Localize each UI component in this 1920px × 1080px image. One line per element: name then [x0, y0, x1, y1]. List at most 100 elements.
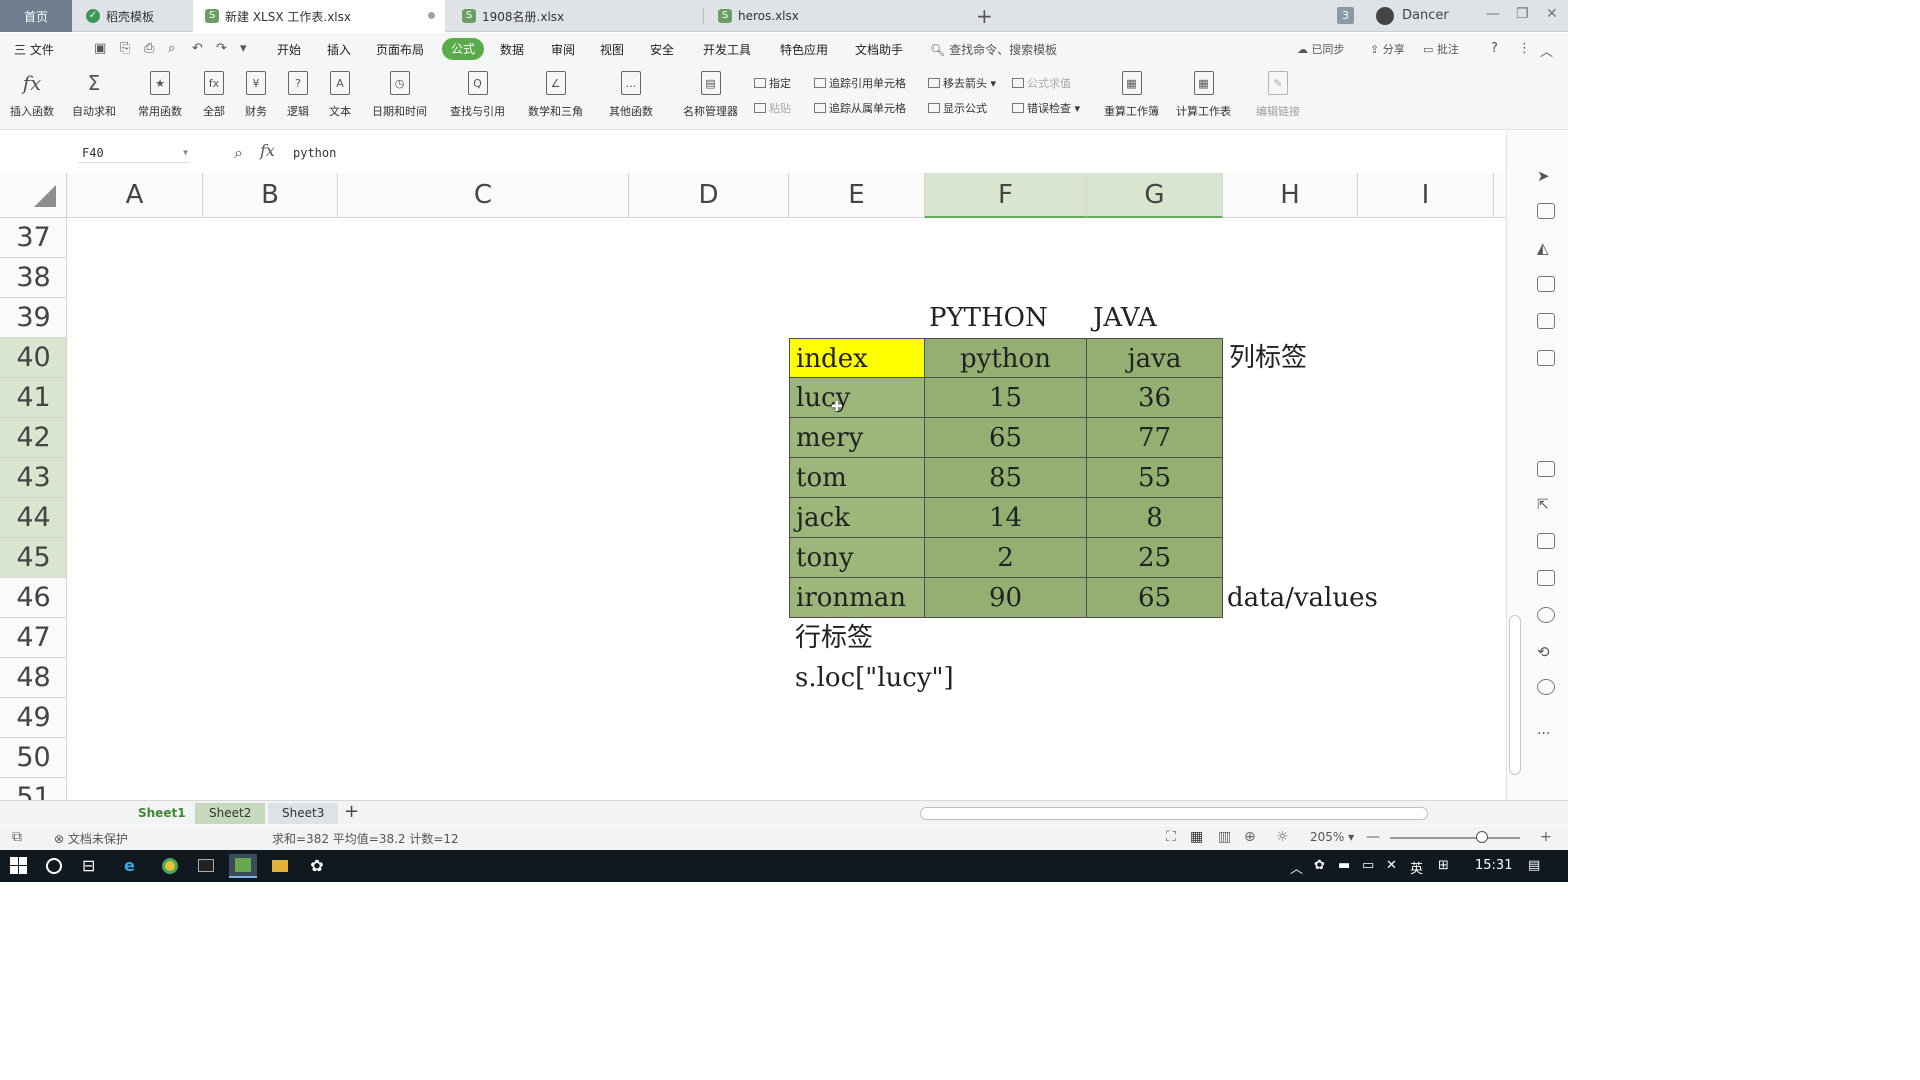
minimize-icon[interactable]: — — [1486, 6, 1500, 22]
help-circle-icon[interactable] — [1537, 679, 1555, 695]
other-functions-button[interactable]: … 其他函数 — [609, 69, 653, 119]
row-header-50[interactable]: 50 — [0, 738, 66, 778]
sync-button[interactable]: ☁ 已同步 — [1297, 41, 1345, 57]
file-menu[interactable]: 三 文件 — [14, 41, 54, 58]
network-icon[interactable]: ▭ — [1362, 858, 1374, 873]
zoom-level[interactable]: 205% ▾ — [1310, 830, 1354, 844]
edge-browser-icon[interactable]: e — [124, 856, 135, 875]
cell-f43[interactable]: 85 — [925, 458, 1087, 498]
tab-new-xlsx[interactable]: S 新建 XLSX 工作表.xlsx — [193, 0, 445, 32]
row-header-38[interactable]: 38 — [0, 258, 66, 298]
row-header-51[interactable]: 51 — [0, 778, 66, 800]
picture-icon[interactable] — [1537, 570, 1555, 586]
cell-e41[interactable]: lucy — [789, 378, 925, 418]
system-clock[interactable]: 15:31 — [1475, 858, 1512, 873]
terminal-icon[interactable] — [192, 854, 220, 878]
column-header-g[interactable]: G — [1087, 173, 1223, 218]
reading-mode-icon[interactable]: ⊕ — [1244, 829, 1256, 845]
name-box[interactable]: F40 ▼ — [78, 143, 190, 163]
horizontal-scrollbar[interactable] — [920, 807, 1428, 820]
menu-view[interactable]: 视图 — [600, 41, 624, 58]
tray-expand-icon[interactable]: ︿ — [1290, 858, 1303, 877]
autosum-button[interactable]: Σ 自动求和 — [72, 69, 116, 119]
cell-h40[interactable]: 列标签 — [1229, 338, 1307, 378]
battery-icon[interactable]: ▬ — [1338, 858, 1350, 873]
cell-g41[interactable]: 36 — [1087, 378, 1223, 418]
maximize-icon[interactable]: ❐ — [1516, 6, 1529, 22]
column-header-d[interactable]: D — [629, 173, 789, 218]
row-header-48[interactable]: 48 — [0, 658, 66, 698]
cell-f42[interactable]: 65 — [925, 418, 1087, 458]
row-header-40[interactable]: 40 — [0, 338, 66, 378]
zoom-out-icon[interactable]: — — [1366, 829, 1380, 845]
notification-icon[interactable]: ▤ — [1528, 858, 1540, 873]
remove-arrows-button[interactable]: 移去箭头 ▾ — [928, 75, 996, 91]
error-check-button[interactable]: 错误检查 ▾ — [1012, 100, 1080, 116]
common-functions-button[interactable]: ★ 常用函数 — [138, 69, 182, 119]
chevron-down-icon[interactable]: ▼ — [183, 143, 188, 163]
trace-precedents-button[interactable]: 追踪引用单元格 — [814, 75, 906, 91]
print-icon[interactable]: ⎙ — [144, 41, 154, 56]
document-protection-status[interactable]: ⊗ 文档未保护 — [54, 830, 128, 847]
close-icon[interactable]: ✕ — [1546, 6, 1558, 22]
share-button[interactable]: ⇪ 分享 — [1370, 41, 1405, 57]
fullscreen-icon[interactable]: ⛶ — [1166, 829, 1176, 845]
trace-dependents-button[interactable]: 追踪从属单元格 — [814, 100, 906, 116]
ime-language[interactable]: 英 — [1410, 858, 1423, 877]
volume-muted-icon[interactable]: ✕ — [1386, 858, 1397, 873]
magnifier-icon[interactable]: ⌕ — [234, 143, 243, 163]
menu-insert[interactable]: 插入 — [327, 41, 351, 58]
sheet-tab-1[interactable]: Sheet1 — [124, 803, 200, 824]
redo-icon[interactable]: ↷ — [216, 41, 227, 56]
show-formula-button[interactable]: 显示公式 — [928, 100, 987, 116]
more-dots-icon[interactable]: ··· — [1537, 726, 1555, 742]
comment-button[interactable]: ▭ 批注 — [1423, 41, 1459, 57]
menu-review[interactable]: 审阅 — [551, 41, 575, 58]
evaluate-formula-button[interactable]: 公式求值 — [1012, 75, 1071, 91]
menu-doc-assistant[interactable]: 文档助手 — [855, 41, 903, 58]
tab-docer-templates[interactable]: ✓ 稻壳模板 — [72, 0, 192, 32]
sheet-tab-2[interactable]: Sheet2 — [195, 803, 266, 824]
cell-e48[interactable]: s.loc["lucy"] — [795, 658, 954, 698]
select-all-corner[interactable] — [0, 173, 67, 218]
cell-g46[interactable]: 65 — [1087, 578, 1223, 618]
customize-icon[interactable]: ▾ — [240, 41, 247, 56]
undo-icon[interactable]: ↶ — [192, 41, 203, 56]
cell-g39[interactable]: JAVA — [1093, 298, 1157, 338]
cell-f44[interactable]: 14 — [925, 498, 1087, 538]
collapse-ribbon-icon[interactable]: ︿ — [1540, 41, 1553, 60]
insert-function-button[interactable]: fx 插入函数 — [10, 69, 54, 119]
eye-protection-icon[interactable]: ☼ — [1276, 829, 1289, 845]
wps-app-icon[interactable] — [229, 854, 257, 878]
cell-e47[interactable]: 行标签 — [795, 618, 873, 658]
shapes-icon[interactable] — [1537, 203, 1555, 219]
style-icon[interactable]: ◭ — [1537, 239, 1555, 257]
more-icon[interactable]: ⋮ — [1518, 41, 1531, 56]
menu-formula[interactable]: 公式 — [442, 38, 484, 60]
file-explorer-icon[interactable] — [266, 854, 294, 878]
share-icon[interactable]: ⇱ — [1537, 497, 1555, 513]
column-header-f[interactable]: F — [925, 173, 1087, 218]
row-header-47[interactable]: 47 — [0, 618, 66, 658]
zoom-slider[interactable] — [1390, 837, 1520, 839]
avatar[interactable] — [1376, 7, 1394, 25]
cell-e44[interactable]: jack — [789, 498, 925, 538]
column-header-e[interactable]: E — [789, 173, 925, 218]
cell-f40[interactable]: python — [925, 338, 1087, 378]
tab-heros[interactable]: S heros.xlsx — [706, 0, 956, 32]
menu-developer[interactable]: 开发工具 — [703, 41, 751, 58]
menu-page-layout[interactable]: 页面布局 — [376, 41, 424, 58]
edit-links-button[interactable]: ✎ 编辑链接 — [1256, 69, 1300, 119]
cell-f39[interactable]: PYTHON — [929, 298, 1048, 338]
math-trig-button[interactable]: ∠ 数学和三角 — [528, 69, 583, 119]
page-break-view-icon[interactable]: ▥ — [1218, 829, 1231, 845]
name-manager-button[interactable]: ▤ 名称管理器 — [683, 69, 738, 119]
cell-g44[interactable]: 8 — [1087, 498, 1223, 538]
sheet-tab-3[interactable]: Sheet3 — [268, 803, 339, 824]
grid-icon[interactable] — [1537, 313, 1555, 329]
row-header-42[interactable]: 42 — [0, 418, 66, 458]
cell-g43[interactable]: 55 — [1087, 458, 1223, 498]
add-sheet-button[interactable]: + — [344, 801, 359, 822]
cell-g45[interactable]: 25 — [1087, 538, 1223, 578]
print-preview-icon[interactable]: ⌕ — [168, 41, 175, 56]
